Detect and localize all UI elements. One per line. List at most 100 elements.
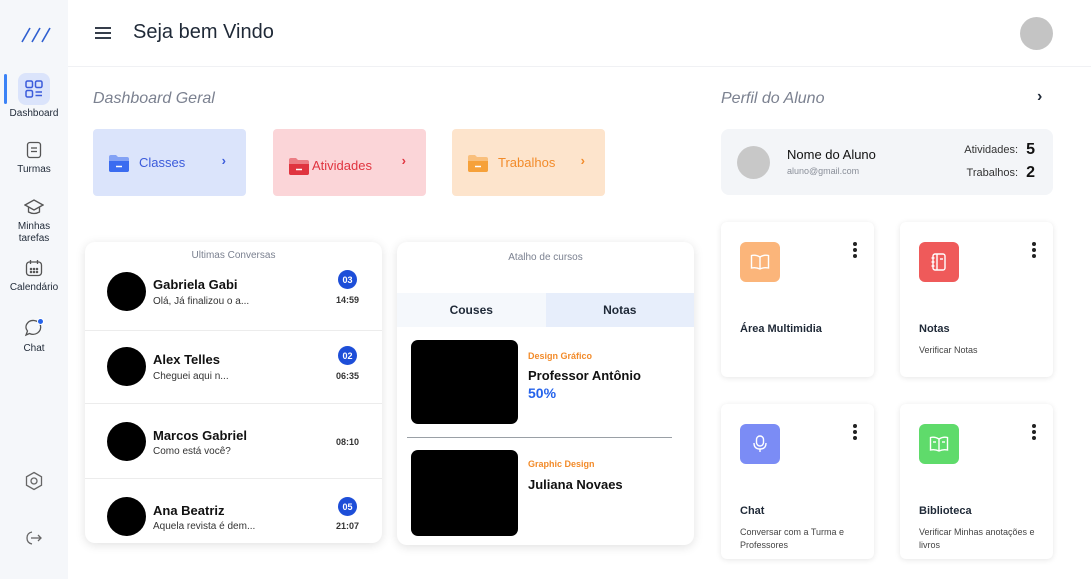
contact-avatar	[107, 272, 146, 311]
tile-notas[interactable]: Notas Verificar Notas	[900, 222, 1053, 377]
tile-biblioteca[interactable]: Biblioteca Verificar Minhas anotações e …	[900, 404, 1053, 559]
conversation-item[interactable]: Marcos Gabriel Como está você? 08:10	[85, 404, 382, 479]
tile-area-multimidia[interactable]: Área Multimidia	[721, 222, 874, 377]
contact-name: Gabriela Gabi	[153, 277, 238, 292]
contact-name: Marcos Gabriel	[153, 428, 247, 443]
sidebar-label: Minhas tarefas	[17, 221, 51, 244]
notebook-icon	[919, 242, 959, 282]
chat-icon	[18, 316, 50, 340]
category-label: Atividades	[312, 158, 372, 173]
sidebar: Dashboard Turmas Minhas tarefas Calendár…	[0, 0, 68, 579]
menu-icon[interactable]	[95, 26, 111, 40]
conversation-item[interactable]: Ana Beatriz Aquela revista é dem... 05 2…	[85, 479, 382, 543]
sidebar-item-chat[interactable]: Chat	[0, 316, 68, 355]
folder-icon	[109, 154, 129, 172]
course-teacher: Juliana Novaes	[528, 477, 623, 492]
dashboard-title: Dashboard Geral	[93, 90, 215, 107]
library-icon	[919, 424, 959, 464]
works-label: Trabalhos:	[966, 167, 1019, 179]
sidebar-item-logout[interactable]	[0, 522, 68, 554]
conversation-item[interactable]: Alex Telles Cheguei aqui n... 02 06:35	[85, 329, 382, 404]
works-stat: Trabalhos: 2	[967, 164, 1035, 182]
message-time: 08:10	[335, 437, 359, 447]
tile-title: Chat	[740, 505, 765, 517]
tile-title: Biblioteca	[919, 505, 972, 517]
user-avatar[interactable]	[1020, 17, 1053, 50]
unread-badge: 03	[338, 270, 357, 289]
profile-title: Perfil do Aluno	[721, 90, 825, 107]
logout-icon	[18, 522, 50, 554]
sidebar-item-calendario[interactable]: Calendário	[0, 257, 68, 294]
chevron-right-icon: ›	[401, 153, 406, 168]
profile-summary: Nome do Aluno aluno@gmail.com Atividades…	[721, 129, 1053, 195]
contact-name: Ana Beatriz	[153, 503, 225, 518]
contact-avatar	[107, 347, 146, 386]
message-preview: Aquela revista é dem...	[153, 521, 256, 532]
tab-courses[interactable]: Couses	[397, 293, 546, 327]
tile-chat[interactable]: Chat Conversar com a Turma e Professores	[721, 404, 874, 559]
message-time: 21:07	[335, 521, 359, 531]
unread-badge: 02	[338, 346, 357, 365]
contact-avatar	[107, 422, 146, 461]
courses-title: Atalho de cursos	[508, 252, 583, 263]
conversations-card: Ultimas Conversas Gabriela Gabi Olá, Já …	[85, 242, 382, 543]
course-category: Graphic Design	[528, 459, 595, 469]
sidebar-item-settings[interactable]	[0, 465, 68, 497]
conversation-item[interactable]: Gabriela Gabi Olá, Já finalizou o a... 0…	[85, 256, 382, 331]
category-classes[interactable]: Classes ›	[93, 129, 246, 196]
calendar-icon	[18, 257, 50, 279]
message-preview: Como está você?	[153, 446, 231, 457]
tile-title: Notas	[919, 323, 950, 335]
activities-value: 5	[1026, 141, 1035, 158]
more-options-icon[interactable]	[1032, 242, 1036, 258]
sidebar-item-dashboard[interactable]: Dashboard	[0, 73, 68, 120]
category-label: Classes	[139, 155, 186, 170]
works-value: 2	[1026, 164, 1035, 181]
dashboard-icon	[18, 73, 50, 105]
tile-subtitle: Verificar Notas	[919, 345, 978, 355]
microphone-icon	[740, 424, 780, 464]
unread-badge: 05	[338, 497, 357, 516]
student-name: Nome do Aluno	[787, 147, 876, 162]
message-time: 14:59	[335, 295, 359, 305]
more-options-icon[interactable]	[1032, 424, 1036, 440]
page-title: Seja bem Vindo	[133, 21, 274, 43]
sidebar-label: Calendário	[9, 282, 59, 293]
more-options-icon[interactable]	[853, 242, 857, 258]
contact-avatar	[107, 497, 146, 536]
tile-title: Área Multimidia	[740, 323, 822, 335]
courses-tabs: Couses Notas	[397, 293, 694, 327]
document-icon	[18, 139, 50, 161]
student-avatar	[737, 146, 770, 179]
sidebar-item-minhas-tarefas[interactable]: Minhas tarefas	[0, 196, 68, 245]
message-time: 06:35	[335, 371, 359, 381]
course-item[interactable]: Graphic Design Juliana Novaes	[411, 450, 681, 536]
course-item[interactable]: Design Gráfico Professor Antônio 50%	[411, 340, 681, 424]
contact-name: Alex Telles	[153, 352, 220, 367]
category-label: Trabalhos	[498, 155, 556, 170]
header: Seja bem Vindo	[68, 0, 1091, 67]
book-icon	[740, 242, 780, 282]
graduation-cap-icon	[18, 196, 50, 218]
category-trabalhos[interactable]: Trabalhos ›	[452, 129, 605, 196]
more-options-icon[interactable]	[853, 424, 857, 440]
category-atividades[interactable]: Atividades ›	[273, 129, 426, 196]
chevron-right-icon[interactable]: ›	[1037, 88, 1042, 106]
chevron-right-icon: ›	[221, 153, 226, 168]
sidebar-item-turmas[interactable]: Turmas	[0, 139, 68, 176]
courses-card: Atalho de cursos Couses Notas Design Grá…	[397, 242, 694, 545]
tile-subtitle: Conversar com a Turma e Professores	[740, 527, 845, 550]
activities-label: Atividades:	[964, 144, 1019, 156]
sidebar-label: Dashboard	[9, 108, 59, 119]
student-email: aluno@gmail.com	[787, 166, 860, 176]
tab-notas[interactable]: Notas	[545, 293, 694, 327]
divider	[407, 437, 672, 438]
tile-subtitle: Verificar Minhas anotações e livros	[919, 527, 1035, 550]
course-thumbnail	[411, 450, 518, 536]
logo-icon	[21, 27, 51, 43]
course-thumbnail	[411, 340, 518, 424]
settings-icon	[18, 465, 50, 497]
folder-icon	[468, 154, 488, 172]
chevron-right-icon: ›	[580, 153, 585, 168]
course-category: Design Gráfico	[528, 351, 593, 361]
